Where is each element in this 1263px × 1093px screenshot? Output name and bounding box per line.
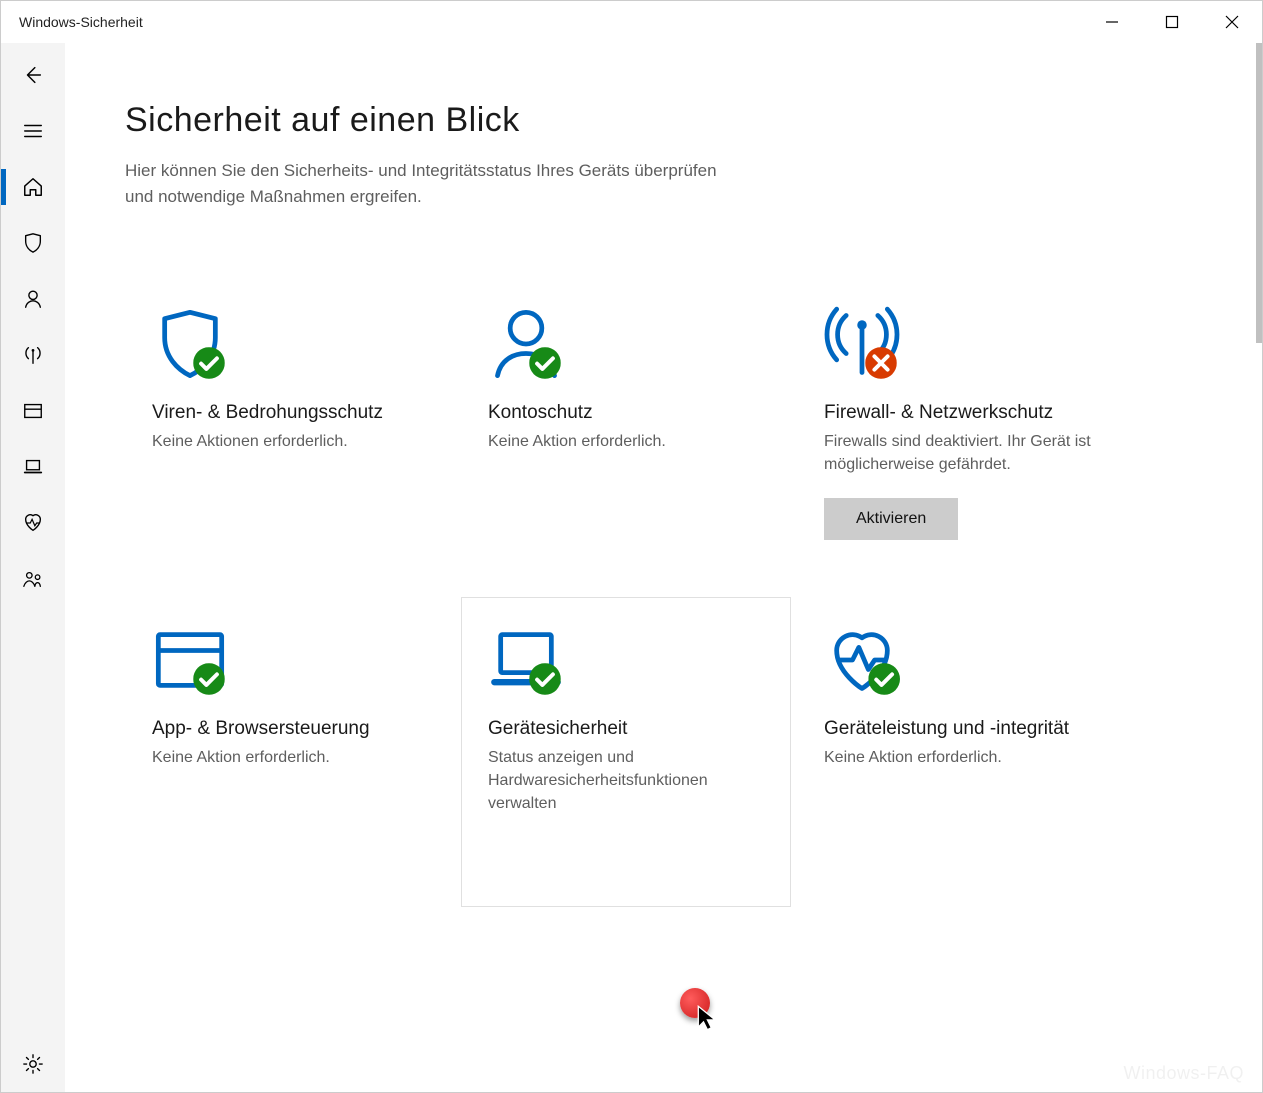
card-title: Firewall- & Netzwerkschutz <box>824 402 1100 424</box>
laptop-icon <box>22 456 44 478</box>
card-title: App- & Browsersteuerung <box>152 718 428 740</box>
cards-grid: Viren- & Bedrohungsschutz Keine Aktionen… <box>125 281 1202 907</box>
nav-app[interactable] <box>1 383 65 439</box>
card-app[interactable]: App- & Browsersteuerung Keine Aktion erf… <box>125 597 455 907</box>
watermark: Windows-FAQ <box>1123 1063 1244 1084</box>
heart-icon <box>824 622 1100 712</box>
heart-icon <box>22 512 44 534</box>
scrollbar[interactable] <box>1256 43 1262 343</box>
nav-back[interactable] <box>1 47 65 103</box>
card-virus[interactable]: Viren- & Bedrohungsschutz Keine Aktionen… <box>125 281 455 591</box>
card-title: Gerätesicherheit <box>488 718 764 740</box>
close-button[interactable] <box>1202 1 1262 43</box>
nav-account[interactable] <box>1 271 65 327</box>
card-title: Geräteleistung und -integrität <box>824 718 1100 740</box>
titlebar: Windows-Sicherheit <box>1 1 1262 43</box>
minimize-button[interactable] <box>1082 1 1142 43</box>
card-desc: Keine Aktion erforderlich. <box>824 746 1100 769</box>
hamburger-icon <box>22 120 44 142</box>
person-icon <box>22 288 44 310</box>
card-desc: Keine Aktion erforderlich. <box>152 746 428 769</box>
window-icon <box>22 400 44 422</box>
shield-icon <box>152 306 428 396</box>
nav-family[interactable] <box>1 551 65 607</box>
card-desc: Firewalls sind deaktiviert. Ihr Gerät is… <box>824 430 1100 476</box>
card-account[interactable]: Kontoschutz Keine Aktion erforderlich. <box>461 281 791 591</box>
nav-firewall[interactable] <box>1 327 65 383</box>
shield-icon <box>22 232 44 254</box>
home-icon <box>22 176 44 198</box>
nav-settings[interactable] <box>1 1036 65 1092</box>
laptop-icon <box>488 622 764 712</box>
content: Sicherheit auf einen Blick Hier können S… <box>65 43 1262 1092</box>
card-desc: Status anzeigen und Hardwaresicherheitsf… <box>488 746 764 816</box>
card-desc: Keine Aktion erforderlich. <box>488 430 764 453</box>
maximize-button[interactable] <box>1142 1 1202 43</box>
family-icon <box>22 568 44 590</box>
card-firewall[interactable]: Firewall- & Netzwerkschutz Firewalls sin… <box>797 281 1127 591</box>
back-icon <box>22 64 44 86</box>
page-title: Sicherheit auf einen Blick <box>125 101 1202 140</box>
window-title: Windows-Sicherheit <box>1 14 143 30</box>
nav-menu[interactable] <box>1 103 65 159</box>
page-subtitle: Hier können Sie den Sicherheits- und Int… <box>125 158 745 211</box>
window-icon <box>152 622 428 712</box>
person-icon <box>488 306 764 396</box>
card-desc: Keine Aktionen erforderlich. <box>152 430 428 453</box>
antenna-icon <box>22 344 44 366</box>
sidebar <box>1 43 65 1092</box>
card-title: Viren- & Bedrohungsschutz <box>152 402 428 424</box>
nav-virus[interactable] <box>1 215 65 271</box>
card-title: Kontoschutz <box>488 402 764 424</box>
nav-device[interactable] <box>1 439 65 495</box>
activate-button[interactable]: Aktivieren <box>824 498 958 540</box>
antenna-icon <box>824 306 1100 396</box>
nav-home[interactable] <box>1 159 65 215</box>
gear-icon <box>22 1053 44 1075</box>
card-health[interactable]: Geräteleistung und -integrität Keine Akt… <box>797 597 1127 907</box>
nav-health[interactable] <box>1 495 65 551</box>
card-device[interactable]: Gerätesicherheit Status anzeigen und Har… <box>461 597 791 907</box>
